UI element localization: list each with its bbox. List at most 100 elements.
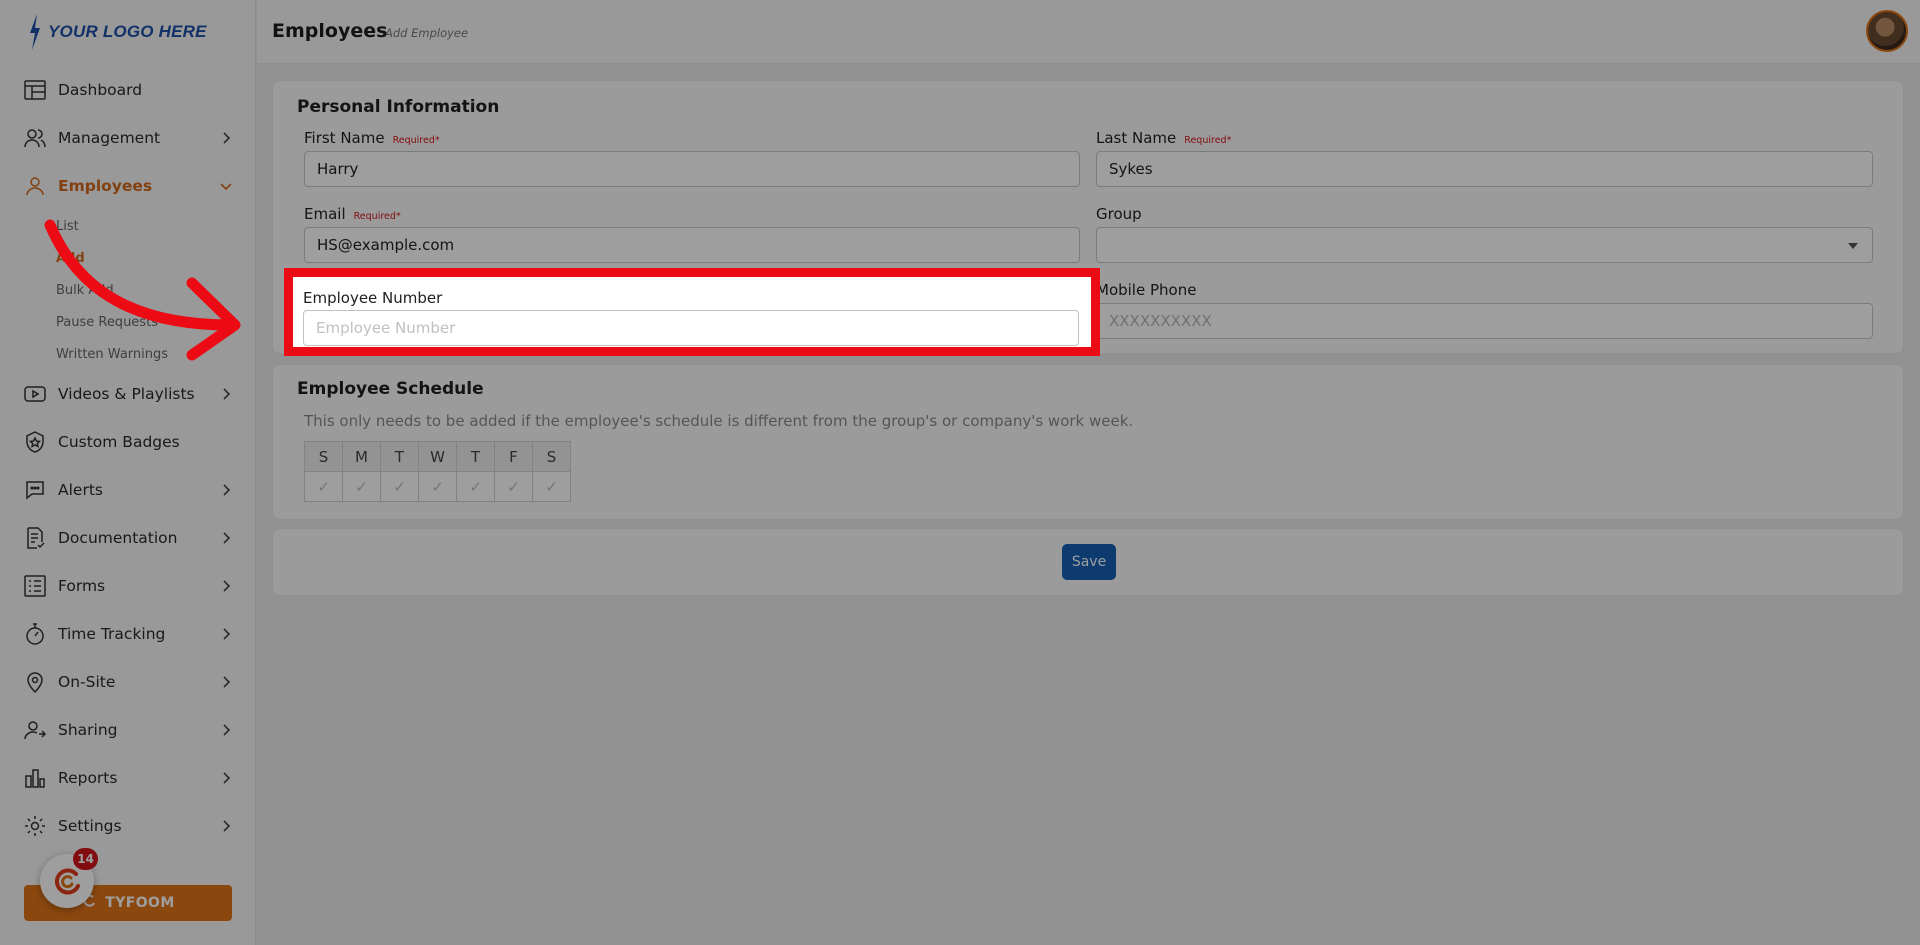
sidebar-item-on-site[interactable]: On-Site xyxy=(0,658,256,706)
employees-submenu: List Add Bulk Add Pause Requests Written… xyxy=(0,210,256,370)
weekday-schedule-table: S M T W T F S ✓ ✓ ✓ ✓ ✓ ✓ ✓ xyxy=(304,441,571,502)
last-name-field[interactable] xyxy=(1096,151,1873,187)
group-select[interactable] xyxy=(1096,227,1873,263)
sidebar-item-videos-playlists[interactable]: Videos & Playlists xyxy=(0,370,256,418)
sidebar-item-label: Forms xyxy=(58,577,106,595)
field-label-text: Mobile Phone xyxy=(1096,281,1197,299)
email-label: Email Required* xyxy=(304,205,401,223)
sidebar-item-dashboard[interactable]: Dashboard xyxy=(0,66,256,114)
submenu-item-pause-requests[interactable]: Pause Requests xyxy=(56,306,256,338)
stopwatch-icon xyxy=(22,621,48,647)
tyfoom-launcher[interactable]: 14 xyxy=(40,848,98,908)
gear-icon xyxy=(22,813,48,839)
day-check-toggle[interactable]: ✓ xyxy=(494,471,533,502)
submenu-item-list[interactable]: List xyxy=(56,210,256,242)
day-check-toggle[interactable]: ✓ xyxy=(380,471,419,502)
sidebar-item-label: Documentation xyxy=(58,529,178,547)
day-header: T xyxy=(456,441,495,472)
sidebar-item-label: Management xyxy=(58,129,161,147)
field-label-text: Group xyxy=(1096,205,1142,223)
logo-mark-icon xyxy=(30,14,40,50)
sidebar-item-custom-badges[interactable]: Custom Badges xyxy=(0,418,256,466)
sidebar-item-forms[interactable]: Forms xyxy=(0,562,256,610)
page-title: Employees xyxy=(272,20,388,42)
chevron-right-icon xyxy=(218,386,234,402)
sidebar-item-settings[interactable]: Settings xyxy=(0,802,256,850)
day-header: S xyxy=(532,441,571,472)
required-text: Required xyxy=(353,211,396,222)
sidebar-item-label: Time Tracking xyxy=(58,625,166,643)
field-label-text: Email xyxy=(304,205,346,223)
chevron-right-icon xyxy=(218,482,234,498)
brand-logo[interactable]: YOUR LOGO HERE xyxy=(28,12,207,52)
sidebar-item-label: Dashboard xyxy=(58,81,143,99)
dashboard-icon xyxy=(22,77,48,103)
day-header: S xyxy=(304,441,343,472)
sidebar-item-documentation[interactable]: Documentation xyxy=(0,514,256,562)
chat-bubble-icon xyxy=(22,477,48,503)
day-header: T xyxy=(380,441,419,472)
sidebar-item-label: Videos & Playlists xyxy=(58,385,195,403)
chevron-right-icon xyxy=(218,722,234,738)
day-header: M xyxy=(342,441,381,472)
sidebar-item-label: Alerts xyxy=(58,481,103,499)
employee-number-highlight: Employee Number xyxy=(284,268,1100,356)
page-subtitle: Add Employee xyxy=(385,26,469,40)
user-icon xyxy=(22,173,48,199)
save-button[interactable]: Save xyxy=(1062,544,1116,580)
notification-badge: 14 xyxy=(73,848,98,870)
sidebar-item-reports[interactable]: Reports xyxy=(0,754,256,802)
submenu-item-written-warnings[interactable]: Written Warnings xyxy=(56,338,256,370)
submenu-item-add[interactable]: Add xyxy=(56,242,256,274)
sidebar-item-alerts[interactable]: Alerts xyxy=(0,466,256,514)
day-check-toggle[interactable]: ✓ xyxy=(342,471,381,502)
section-title: Personal Information xyxy=(297,97,500,117)
day-check-toggle[interactable]: ✓ xyxy=(304,471,343,502)
last-name-label: Last Name Required* xyxy=(1096,129,1231,147)
required-marker: Required* xyxy=(392,135,440,146)
day-check-toggle[interactable]: ✓ xyxy=(532,471,571,502)
sidebar-item-label: Settings xyxy=(58,817,122,835)
schedule-hint: This only needs to be added if the emplo… xyxy=(304,412,1134,430)
sidebar-item-management[interactable]: Management xyxy=(0,114,256,162)
employee-number-field[interactable] xyxy=(303,310,1079,346)
sidebar-item-label: Employees xyxy=(58,177,153,195)
form-list-icon xyxy=(22,573,48,599)
mobile-phone-field[interactable] xyxy=(1096,303,1873,339)
sidebar-item-label: Sharing xyxy=(58,721,118,739)
users-icon xyxy=(22,125,48,151)
avatar[interactable] xyxy=(1866,10,1908,52)
day-check-toggle[interactable]: ✓ xyxy=(418,471,457,502)
bar-chart-icon xyxy=(22,765,48,791)
field-label-text: Last Name xyxy=(1096,129,1177,147)
mobile-phone-label: Mobile Phone xyxy=(1096,281,1196,299)
day-check-toggle[interactable]: ✓ xyxy=(456,471,495,502)
badge-icon xyxy=(22,429,48,455)
employee-schedule-card: Employee Schedule This only needs to be … xyxy=(272,364,1904,520)
email-field[interactable] xyxy=(304,227,1080,263)
logo-text: YOUR LOGO HERE xyxy=(48,22,207,41)
sidebar-item-time-tracking[interactable]: Time Tracking xyxy=(0,610,256,658)
page-header: Employees Add Employee xyxy=(257,0,1920,64)
chevron-right-icon xyxy=(218,818,234,834)
first-name-label: First Name Required* xyxy=(304,129,440,147)
chevron-right-icon xyxy=(218,674,234,690)
employee-number-label: Employee Number xyxy=(303,289,443,307)
group-label: Group xyxy=(1096,205,1142,223)
caret-down-icon xyxy=(1848,243,1858,249)
first-name-field[interactable] xyxy=(304,151,1080,187)
sidebar: YOUR LOGO HERE Dashboard Management Empl… xyxy=(0,0,256,945)
chevron-right-icon xyxy=(218,130,234,146)
chevron-right-icon xyxy=(218,530,234,546)
day-header: W xyxy=(418,441,457,472)
user-share-icon xyxy=(22,717,48,743)
form-actions-card: Save xyxy=(272,528,1904,596)
sidebar-item-employees[interactable]: Employees xyxy=(0,162,256,210)
section-title: Employee Schedule xyxy=(297,379,484,399)
document-check-icon xyxy=(22,525,48,551)
sidebar-item-sharing[interactable]: Sharing xyxy=(0,706,256,754)
submenu-item-bulk-add[interactable]: Bulk Add xyxy=(56,274,256,306)
chevron-down-icon xyxy=(218,178,234,194)
sidebar-item-label: On-Site xyxy=(58,673,116,691)
sidebar-item-label: Custom Badges xyxy=(58,433,180,451)
